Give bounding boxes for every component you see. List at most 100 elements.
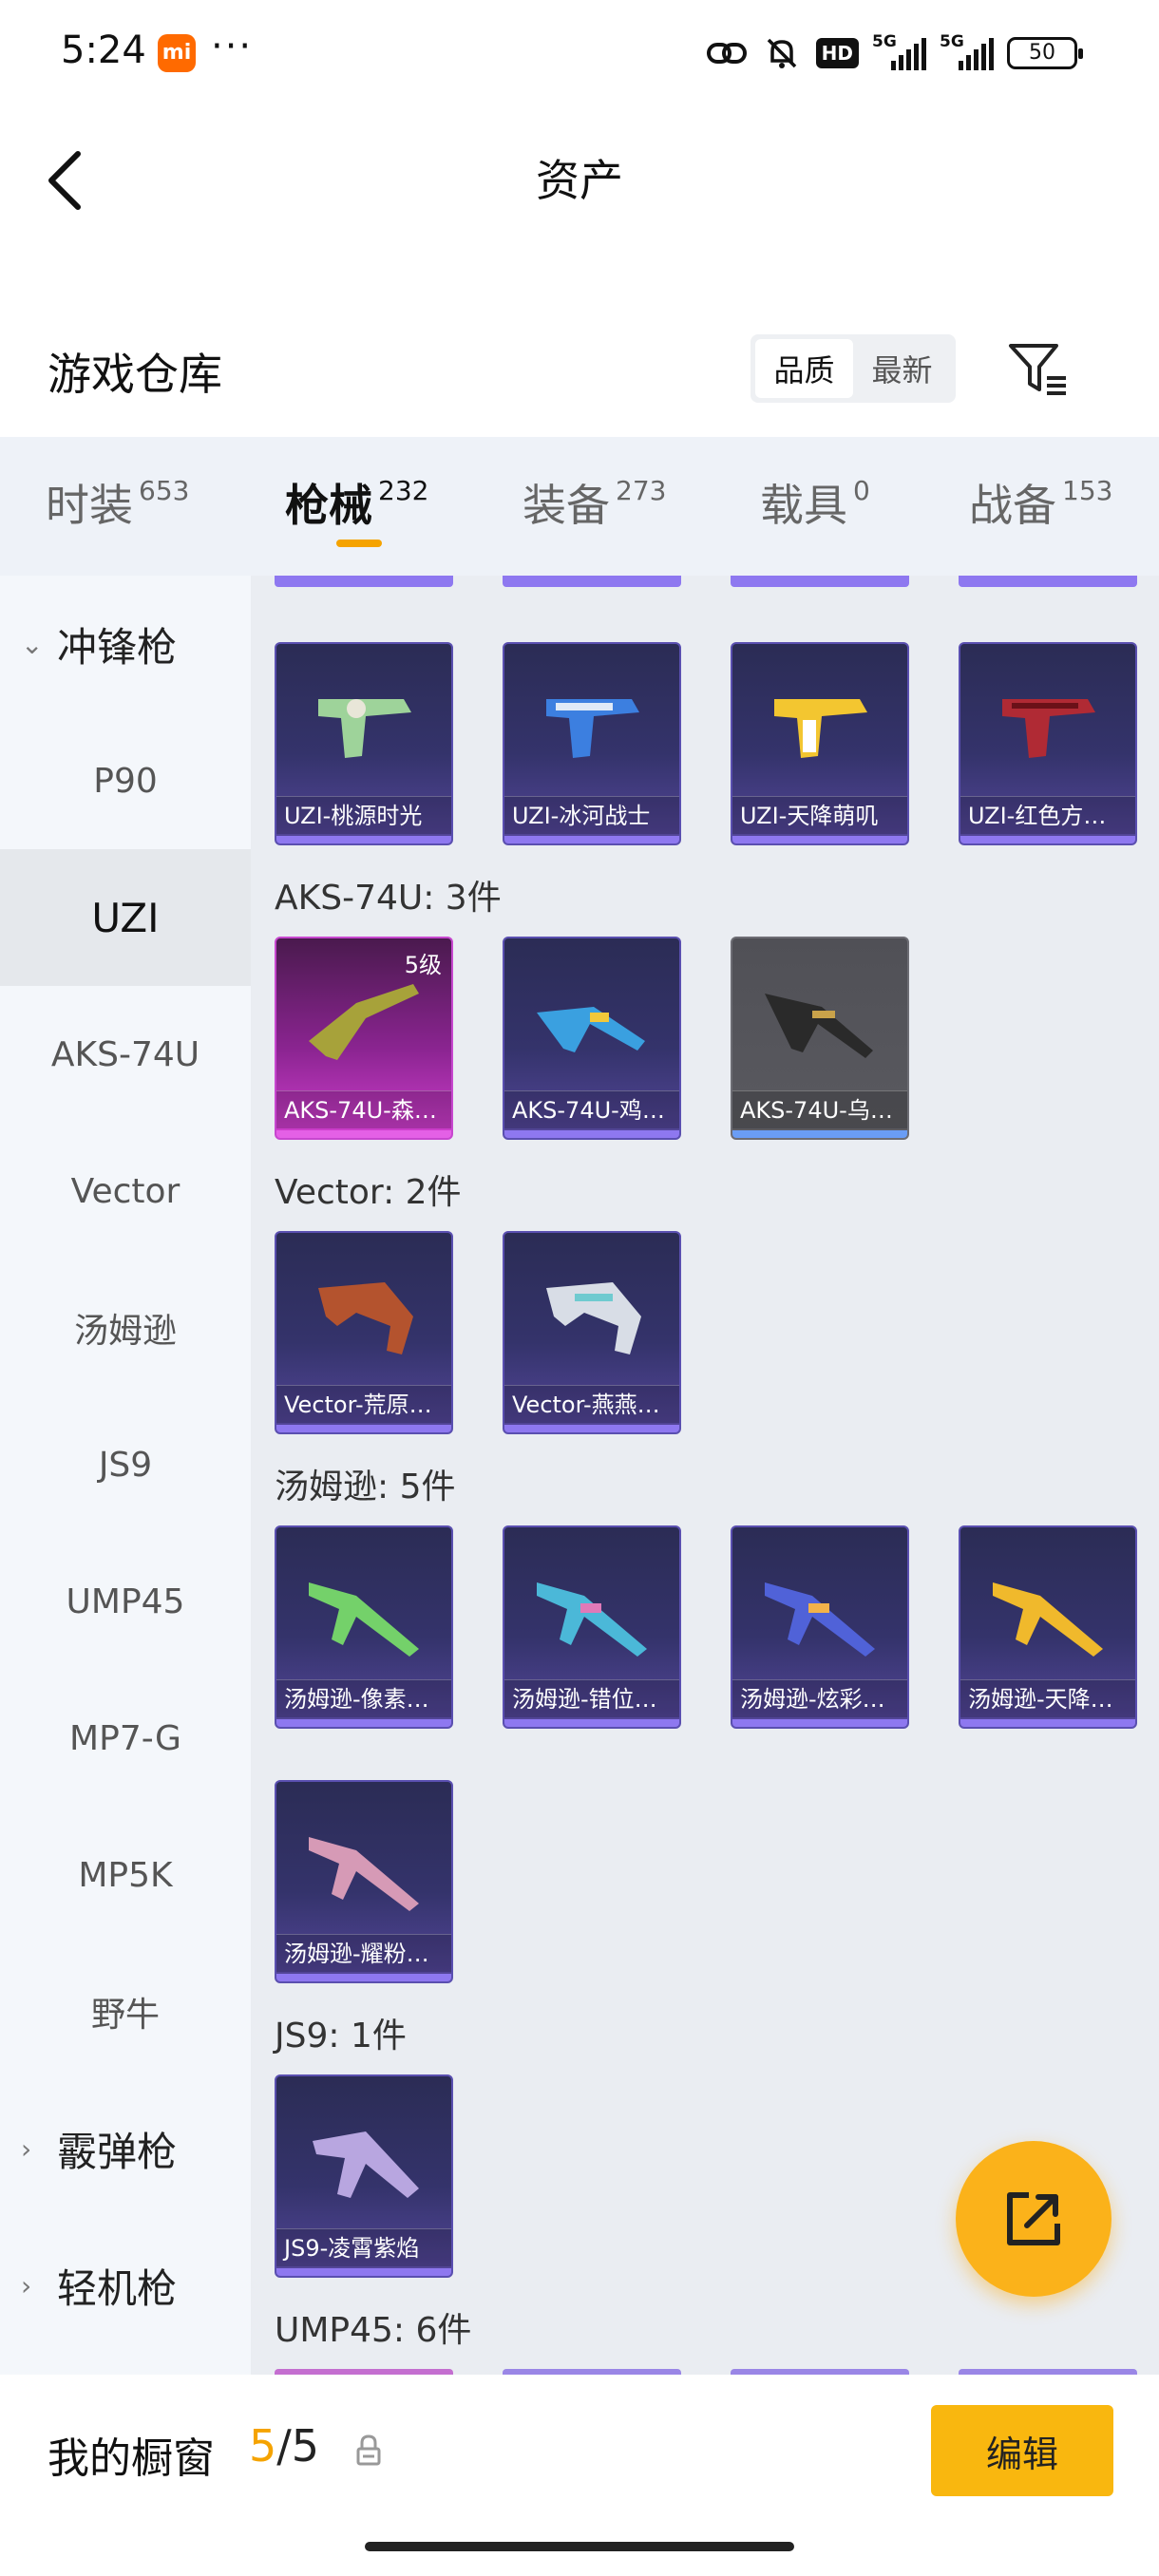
- sidebar-item-p90[interactable]: P90: [0, 712, 251, 849]
- weapon-card[interactable]: 5级 AKS-74U-森…: [275, 937, 453, 1140]
- uzi-skin-image: [1002, 699, 1095, 758]
- status-icons: HD 5G 5G 50: [706, 32, 1083, 74]
- weapon-grid: UZI-桃源时光 UZI-冰河战士 UZI-天降萌叽 UZI-红色方… AKS-…: [251, 576, 1159, 2375]
- edit-button[interactable]: 编辑: [931, 2405, 1113, 2496]
- share-external-icon: [1007, 2192, 1060, 2245]
- aks74u-skin-image: [537, 1007, 645, 1052]
- sidebar-group-shotgun[interactable]: › 霰弹枪: [0, 2080, 251, 2217]
- group-title-js9: JS9: 1件: [275, 2017, 407, 2055]
- lock-icon: [356, 2434, 381, 2466]
- weapon-card-label: AKS-74U-鸡…: [504, 1090, 679, 1128]
- chevron-right-icon: ›: [21, 2269, 32, 2301]
- home-indicator[interactable]: [365, 2542, 794, 2551]
- weapon-card[interactable]: AKS-74U-鸡…: [503, 937, 681, 1140]
- uzi-skin-image: [546, 699, 639, 758]
- thompson-skin-image: [309, 1837, 419, 1911]
- weapon-card[interactable]: UZI-桃源时光: [275, 642, 453, 845]
- uzi-skin-image: [318, 699, 411, 758]
- weapon-card-label: AKS-74U-森…: [276, 1090, 451, 1128]
- weapon-card[interactable]: 汤姆逊-炫彩…: [731, 1525, 909, 1729]
- sidebar-item-vector[interactable]: Vector: [0, 1123, 251, 1260]
- weapon-card[interactable]: Vector-燕燕…: [503, 1231, 681, 1434]
- weapon-card-label: 汤姆逊-错位…: [504, 1679, 679, 1717]
- sidebar-item-js9[interactable]: JS9: [0, 1396, 251, 1533]
- bell-muted-icon: [761, 34, 803, 72]
- uzi-skin-image: [774, 699, 867, 758]
- group-title-vector: Vector: 2件: [275, 1173, 462, 1212]
- weapon-card-label: Vector-燕燕…: [504, 1385, 679, 1423]
- weapon-card-label: 汤姆逊-炫彩…: [732, 1679, 907, 1717]
- battery-icon: 50: [1007, 37, 1083, 69]
- weapon-card-label: Vector-荒原…: [276, 1385, 451, 1423]
- weapon-card[interactable]: 汤姆逊-天降…: [959, 1525, 1137, 1729]
- weapon-card-label: 汤姆逊-耀粉…: [276, 1934, 451, 1972]
- tab-weapons[interactable]: 枪械 232: [285, 471, 428, 534]
- link-icon: [706, 34, 748, 72]
- sort-newest-button[interactable]: 最新: [853, 339, 951, 398]
- sidebar-item-uzi[interactable]: UZI: [0, 849, 251, 986]
- sidebar-item-thompson[interactable]: 汤姆逊: [0, 1260, 251, 1396]
- weapon-card-label: UZI-冰河战士: [504, 796, 679, 834]
- weapon-type-sidebar: ⌄ 冲锋枪 P90 UZI AKS-74U Vector 汤姆逊 JS9 UMP…: [0, 576, 251, 2375]
- js9-skin-image: [313, 2131, 419, 2198]
- category-tabs: 时装 653 枪械 232 装备 273 载具 0 战备 153: [0, 437, 1159, 576]
- card-partial: [959, 576, 1137, 587]
- weapon-card-label: 汤姆逊-像素…: [276, 1679, 451, 1717]
- weapon-card-label: AKS-74U-乌…: [732, 1090, 907, 1128]
- sidebar-item-aks74u[interactable]: AKS-74U: [0, 986, 251, 1123]
- vector-skin-image: [546, 1282, 641, 1354]
- aks74u-skin-image: [765, 994, 873, 1058]
- group-title-aks74u: AKS-74U: 3件: [275, 879, 502, 918]
- group-title-ump45: UMP45: 6件: [275, 2311, 472, 2350]
- section-title: 游戏仓库: [48, 349, 222, 400]
- weapon-card[interactable]: AKS-74U-乌…: [731, 937, 909, 1140]
- thompson-skin-image: [765, 1582, 875, 1657]
- sort-quality-button[interactable]: 品质: [755, 339, 853, 398]
- weapon-card-label: UZI-红色方…: [960, 796, 1135, 834]
- weapon-card-label: JS9-凌霄紫焰: [276, 2228, 451, 2266]
- weapon-card[interactable]: 汤姆逊-错位…: [503, 1525, 681, 1729]
- weapon-card[interactable]: Vector-荒原…: [275, 1231, 453, 1434]
- more-notifications-icon: ···: [211, 25, 254, 68]
- weapon-card[interactable]: 汤姆逊-耀粉…: [275, 1780, 453, 1983]
- page-title: 资产: [536, 155, 623, 206]
- sidebar-item-bizon[interactable]: 野牛: [0, 1943, 251, 2080]
- mi-app-icon: mi: [158, 34, 196, 72]
- showcase-count: 5/5: [249, 2420, 320, 2472]
- showcase-title: 我的橱窗: [48, 2434, 215, 2483]
- sidebar-item-ump45[interactable]: UMP45: [0, 1533, 251, 1670]
- tab-fashion[interactable]: 时装 653: [46, 471, 189, 534]
- filter-icon: [1009, 344, 1066, 395]
- weapon-card-label: 汤姆逊-天降…: [960, 1679, 1135, 1717]
- filter-button[interactable]: [1003, 334, 1072, 403]
- sidebar-item-mp5k[interactable]: MP5K: [0, 1807, 251, 1943]
- tab-active-indicator: [336, 540, 382, 547]
- weapon-card[interactable]: 汤姆逊-像素…: [275, 1525, 453, 1729]
- weapon-card[interactable]: UZI-冰河战士: [503, 642, 681, 845]
- chevron-right-icon: ›: [21, 2132, 32, 2165]
- thompson-skin-image: [309, 1582, 419, 1657]
- sidebar-item-mp7g[interactable]: MP7-G: [0, 1670, 251, 1807]
- aks74u-skin-image: [309, 984, 419, 1060]
- sort-toggle: 品质 最新: [750, 334, 956, 403]
- vector-skin-image: [318, 1282, 413, 1354]
- tab-vehicles[interactable]: 载具 0: [760, 471, 870, 534]
- card-partial: [503, 576, 681, 587]
- share-button[interactable]: [956, 2141, 1112, 2297]
- weapon-card[interactable]: UZI-天降萌叽: [731, 642, 909, 845]
- signal-1-icon: 5G: [872, 32, 926, 70]
- sidebar-group-smg[interactable]: ⌄ 冲锋枪: [0, 576, 251, 712]
- weapon-card[interactable]: UZI-红色方…: [959, 642, 1137, 845]
- status-bar: 5:24 mi ··· HD 5G 5G 50: [0, 0, 1159, 104]
- weapon-card[interactable]: JS9-凌霄紫焰: [275, 2074, 453, 2278]
- card-partial: [731, 576, 909, 587]
- group-title-thompson: 汤姆逊: 5件: [275, 1468, 456, 1506]
- sidebar-group-lmg[interactable]: › 轻机枪: [0, 2217, 251, 2354]
- showcase-bar: 我的橱窗 5/5 编辑: [0, 2375, 1159, 2576]
- weapon-card-label: UZI-天降萌叽: [732, 796, 907, 834]
- signal-2-icon: 5G: [940, 32, 994, 70]
- thompson-skin-image: [993, 1582, 1103, 1657]
- thompson-skin-image: [537, 1582, 647, 1657]
- tab-combat-gear[interactable]: 战备 153: [969, 471, 1112, 534]
- tab-equipment[interactable]: 装备 273: [522, 471, 666, 534]
